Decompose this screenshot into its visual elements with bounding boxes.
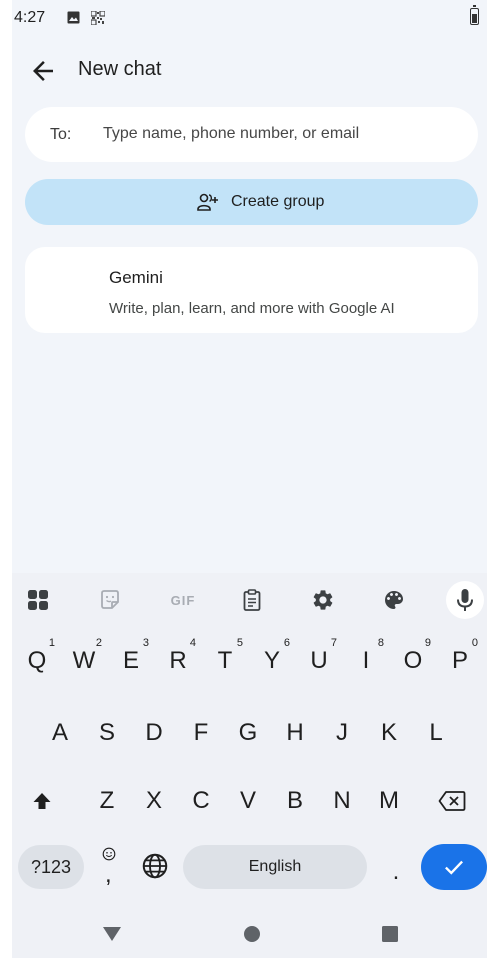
emoji-icon [102, 847, 116, 861]
comma-label: , [105, 861, 112, 888]
checkmark-icon [445, 860, 463, 875]
recents-square-icon [382, 926, 398, 942]
gif-button[interactable]: GIF [163, 584, 203, 616]
key-i[interactable]: I8 [344, 637, 388, 685]
page-title: New chat [78, 58, 162, 80]
key-j[interactable]: J [320, 709, 364, 757]
contact-description: Write, plan, learn, and more with Google… [109, 300, 395, 317]
create-group-label: Create group [231, 193, 325, 210]
keyboard: GIF Q 1 W 2 E 3 R 4 T 5 Y 6 U 7 I 8 O 9 … [12, 573, 487, 958]
key-r[interactable]: R4 [156, 637, 200, 685]
key-m[interactable]: M [367, 777, 411, 825]
comma-key[interactable]: , [92, 845, 128, 889]
nav-home-button[interactable] [240, 922, 264, 946]
key-d[interactable]: D [132, 709, 176, 757]
symbols-key[interactable]: ?123 [18, 845, 84, 889]
sticker-button[interactable] [94, 584, 126, 616]
theme-button[interactable] [378, 584, 410, 616]
apps-grid-icon [28, 590, 48, 610]
space-key[interactable]: English [183, 845, 367, 889]
key-e[interactable]: E3 [109, 637, 153, 685]
key-f[interactable]: F [179, 709, 223, 757]
sticker-icon [101, 590, 119, 609]
period-key[interactable]: . [384, 845, 408, 889]
status-bar: 4:27 [12, 0, 487, 38]
home-circle-icon [244, 926, 260, 942]
arrow-back-icon [33, 61, 53, 81]
key-w[interactable]: W2 [62, 637, 106, 685]
app-bar: New chat [12, 48, 487, 92]
qr-code-icon [91, 11, 105, 25]
mic-icon [457, 589, 473, 611]
key-l[interactable]: L [414, 709, 458, 757]
back-button[interactable] [28, 56, 58, 86]
backspace-key[interactable] [428, 777, 476, 825]
navigation-bar [12, 912, 487, 958]
globe-icon [142, 853, 168, 879]
back-triangle-icon [103, 927, 121, 941]
image-icon [67, 11, 80, 24]
key-c[interactable]: C [179, 777, 223, 825]
key-a[interactable]: A [38, 709, 82, 757]
shift-icon [33, 793, 51, 809]
battery-icon [470, 5, 479, 25]
gif-label: GIF [170, 592, 196, 608]
settings-button[interactable] [307, 584, 339, 616]
voice-input-button[interactable] [446, 581, 484, 619]
shift-key[interactable] [18, 777, 66, 825]
key-o[interactable]: O9 [391, 637, 435, 685]
group-add-icon [197, 193, 218, 211]
palette-icon [385, 591, 403, 609]
create-group-button[interactable]: Create group [25, 179, 478, 225]
key-z[interactable]: Z [85, 777, 129, 825]
backspace-icon [438, 791, 466, 811]
key-b[interactable]: B [273, 777, 317, 825]
recipient-label: To: [50, 126, 72, 143]
nav-back-button[interactable] [100, 922, 124, 946]
language-switch-key[interactable] [140, 851, 170, 881]
recipient-field[interactable]: To: [25, 107, 478, 162]
contact-item-gemini[interactable]: Gemini Write, plan, learn, and more with… [25, 247, 478, 333]
key-k[interactable]: K [367, 709, 411, 757]
clipboard-icon [243, 589, 261, 611]
enter-key[interactable] [421, 844, 487, 890]
key-u[interactable]: U7 [297, 637, 341, 685]
key-p[interactable]: P0 [438, 637, 482, 685]
keyboard-toolbar: GIF [12, 573, 487, 627]
recipient-input[interactable] [103, 119, 463, 149]
status-time: 4:27 [14, 9, 46, 26]
key-v[interactable]: V [226, 777, 270, 825]
key-q[interactable]: Q1 [15, 637, 59, 685]
key-n[interactable]: N [320, 777, 364, 825]
key-t[interactable]: T5 [203, 637, 247, 685]
settings-icon [313, 590, 333, 610]
key-y[interactable]: Y6 [250, 637, 294, 685]
contact-name: Gemini [109, 268, 163, 287]
key-s[interactable]: S [85, 709, 129, 757]
apps-grid-button[interactable] [22, 584, 54, 616]
screen: 4:27 New chat To: Type name, phone numbe… [12, 0, 487, 958]
nav-recents-button[interactable] [378, 922, 402, 946]
key-x[interactable]: X [132, 777, 176, 825]
clipboard-button[interactable] [236, 584, 268, 616]
key-g[interactable]: G [226, 709, 270, 757]
key-h[interactable]: H [273, 709, 317, 757]
